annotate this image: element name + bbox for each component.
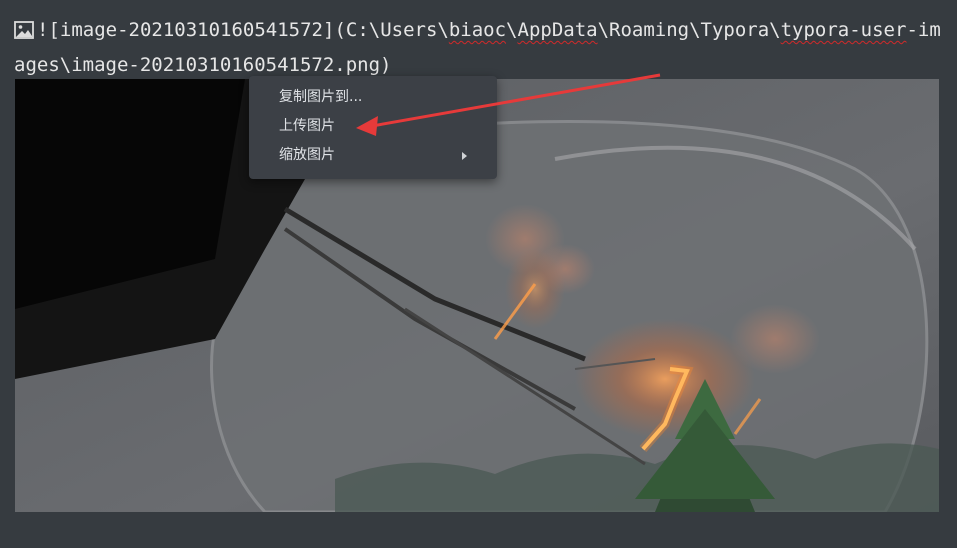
menu-item-upload-image[interactable]: 上传图片 [249,112,497,141]
markdown-image-source[interactable]: ![image-20210310160541572](C:\Users\biao… [14,14,944,81]
md-typora-user: typora-user [780,19,907,41]
menu-item-label: 上传图片 [279,118,335,134]
menu-item-zoom-image[interactable]: 缩放图片 [249,141,497,170]
submenu-arrow-icon [462,152,467,160]
md-username: biaoc [448,19,507,41]
md-prefix: ![ [37,19,60,41]
menu-item-copy-image-to[interactable]: 复制图片到... [249,83,497,112]
md-alt-text: image-20210310160541572 [59,19,323,41]
md-appdata: AppData [517,19,598,41]
context-menu: 复制图片到... 上传图片 缩放图片 [249,76,497,179]
md-middle: ](C:\Users\ [323,19,449,41]
md-path-rest: \Roaming\Typora\ [597,19,781,41]
md-sep: \ [506,19,518,41]
image-icon [14,17,34,49]
menu-item-label: 缩放图片 [279,147,335,163]
menu-item-label: 复制图片到... [279,89,363,105]
